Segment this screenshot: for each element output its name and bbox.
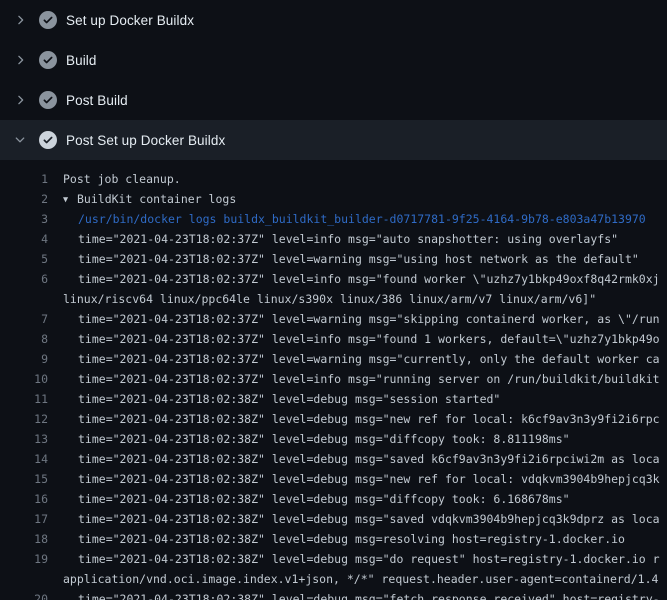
log-line-text: time="2021-04-23T18:02:38Z" level=debug … — [48, 489, 570, 509]
log-line-text: /usr/bin/docker logs buildx_buildkit_bui… — [48, 209, 646, 229]
step-row-set-up-docker-buildx[interactable]: Set up Docker Buildx — [0, 0, 667, 40]
log-line-number[interactable]: 20 — [0, 589, 48, 600]
log-line-text: ▼BuildKit container logs — [48, 189, 236, 209]
log-row: 13 time="2021-04-23T18:02:38Z" level=deb… — [0, 429, 667, 449]
step-label: Post Build — [66, 93, 128, 108]
log-line-number[interactable]: 10 — [0, 369, 48, 389]
log-line-number[interactable]: 6 — [0, 269, 48, 289]
log-row: 16 time="2021-04-23T18:02:38Z" level=deb… — [0, 489, 667, 509]
chevron-right-icon — [13, 92, 29, 108]
log-line-number[interactable]: 12 — [0, 409, 48, 429]
log-row: 18 time="2021-04-23T18:02:38Z" level=deb… — [0, 529, 667, 549]
log-line-number[interactable]: 5 — [0, 249, 48, 269]
log-row: 7 time="2021-04-23T18:02:37Z" level=warn… — [0, 309, 667, 329]
log-line-text: time="2021-04-23T18:02:38Z" level=debug … — [48, 529, 625, 549]
log-line-text: linux/riscv64 linux/ppc64le linux/s390x … — [48, 289, 596, 309]
log-line-number[interactable] — [0, 289, 48, 309]
log-line-text: Post job cleanup. — [48, 169, 181, 189]
log-line-number[interactable]: 19 — [0, 549, 48, 569]
log-row: linux/riscv64 linux/ppc64le linux/s390x … — [0, 289, 667, 309]
log-area: 1 Post job cleanup. 2 ▼BuildKit containe… — [0, 160, 667, 600]
chevron-right-icon — [13, 52, 29, 68]
log-line-number[interactable]: 8 — [0, 329, 48, 349]
log-line-text: time="2021-04-23T18:02:38Z" level=debug … — [48, 449, 660, 469]
log-line-text: time="2021-04-23T18:02:38Z" level=debug … — [48, 509, 660, 529]
group-label: BuildKit container logs — [77, 192, 236, 206]
log-line-number[interactable]: 15 — [0, 469, 48, 489]
step-row-post-set-up-docker-buildx[interactable]: Post Set up Docker Buildx — [0, 120, 667, 160]
check-circle-icon — [39, 131, 57, 149]
chevron-right-icon — [13, 12, 29, 28]
step-label: Set up Docker Buildx — [66, 13, 194, 28]
log-line-number[interactable]: 13 — [0, 429, 48, 449]
check-circle-icon — [39, 51, 57, 69]
log-row: 17 time="2021-04-23T18:02:38Z" level=deb… — [0, 509, 667, 529]
log-line-text: time="2021-04-23T18:02:38Z" level=debug … — [48, 389, 500, 409]
check-circle-icon — [39, 11, 57, 29]
log-line-number[interactable]: 7 — [0, 309, 48, 329]
log-line-number[interactable]: 3 — [0, 209, 48, 229]
log-line-text: time="2021-04-23T18:02:37Z" level=warnin… — [48, 349, 660, 369]
log-row: 3 /usr/bin/docker logs buildx_buildkit_b… — [0, 209, 667, 229]
log-row: 9 time="2021-04-23T18:02:37Z" level=warn… — [0, 349, 667, 369]
log-line-number[interactable]: 18 — [0, 529, 48, 549]
log-row: 12 time="2021-04-23T18:02:38Z" level=deb… — [0, 409, 667, 429]
chevron-down-icon — [13, 132, 29, 148]
log-row: 1 Post job cleanup. — [0, 169, 667, 189]
log-line-text: time="2021-04-23T18:02:37Z" level=info m… — [48, 269, 660, 289]
log-line-number[interactable]: 9 — [0, 349, 48, 369]
log-line-number[interactable]: 4 — [0, 229, 48, 249]
log-line-text: time="2021-04-23T18:02:37Z" level=warnin… — [48, 309, 660, 329]
log-line-text: time="2021-04-23T18:02:37Z" level=info m… — [48, 329, 660, 349]
log-row: 10 time="2021-04-23T18:02:37Z" level=inf… — [0, 369, 667, 389]
log-line-text: time="2021-04-23T18:02:38Z" level=debug … — [48, 549, 660, 569]
log-row: 19 time="2021-04-23T18:02:38Z" level=deb… — [0, 549, 667, 569]
log-line-text: time="2021-04-23T18:02:38Z" level=debug … — [48, 429, 570, 449]
log-line-number[interactable]: 1 — [0, 169, 48, 189]
log-row: 14 time="2021-04-23T18:02:38Z" level=deb… — [0, 449, 667, 469]
log-line-text: time="2021-04-23T18:02:37Z" level=info m… — [48, 369, 660, 389]
log-line-number[interactable]: 11 — [0, 389, 48, 409]
step-label: Build — [66, 53, 97, 68]
log-row: 4 time="2021-04-23T18:02:37Z" level=info… — [0, 229, 667, 249]
log-row: 5 time="2021-04-23T18:02:37Z" level=warn… — [0, 249, 667, 269]
log-line-text: time="2021-04-23T18:02:38Z" level=debug … — [48, 589, 660, 600]
log-row: 20 time="2021-04-23T18:02:38Z" level=deb… — [0, 589, 667, 600]
log-line-number[interactable]: 14 — [0, 449, 48, 469]
log-line-number[interactable] — [0, 569, 48, 589]
log-row: application/vnd.oci.image.index.v1+json,… — [0, 569, 667, 589]
steps-list: Set up Docker Buildx Build Post Build Po… — [0, 0, 667, 160]
log-row: 8 time="2021-04-23T18:02:37Z" level=info… — [0, 329, 667, 349]
step-row-post-build[interactable]: Post Build — [0, 80, 667, 120]
log-row: 6 time="2021-04-23T18:02:37Z" level=info… — [0, 269, 667, 289]
log-line-text: time="2021-04-23T18:02:37Z" level=info m… — [48, 229, 618, 249]
log-line-text: time="2021-04-23T18:02:38Z" level=debug … — [48, 469, 660, 489]
log-line-text: time="2021-04-23T18:02:38Z" level=debug … — [48, 409, 660, 429]
log-line-number[interactable]: 16 — [0, 489, 48, 509]
step-row-build[interactable]: Build — [0, 40, 667, 80]
check-circle-icon — [39, 91, 57, 109]
log-line-text: application/vnd.oci.image.index.v1+json,… — [48, 569, 658, 589]
step-label: Post Set up Docker Buildx — [66, 133, 225, 148]
log-row: 11 time="2021-04-23T18:02:38Z" level=deb… — [0, 389, 667, 409]
group-collapse-toggle-icon[interactable]: ▼ — [63, 190, 77, 210]
log-line-text: time="2021-04-23T18:02:37Z" level=warnin… — [48, 249, 639, 269]
log-row: 2 ▼BuildKit container logs — [0, 189, 667, 209]
log-line-number[interactable]: 2 — [0, 189, 48, 209]
log-line-number[interactable]: 17 — [0, 509, 48, 529]
log-row: 15 time="2021-04-23T18:02:38Z" level=deb… — [0, 469, 667, 489]
